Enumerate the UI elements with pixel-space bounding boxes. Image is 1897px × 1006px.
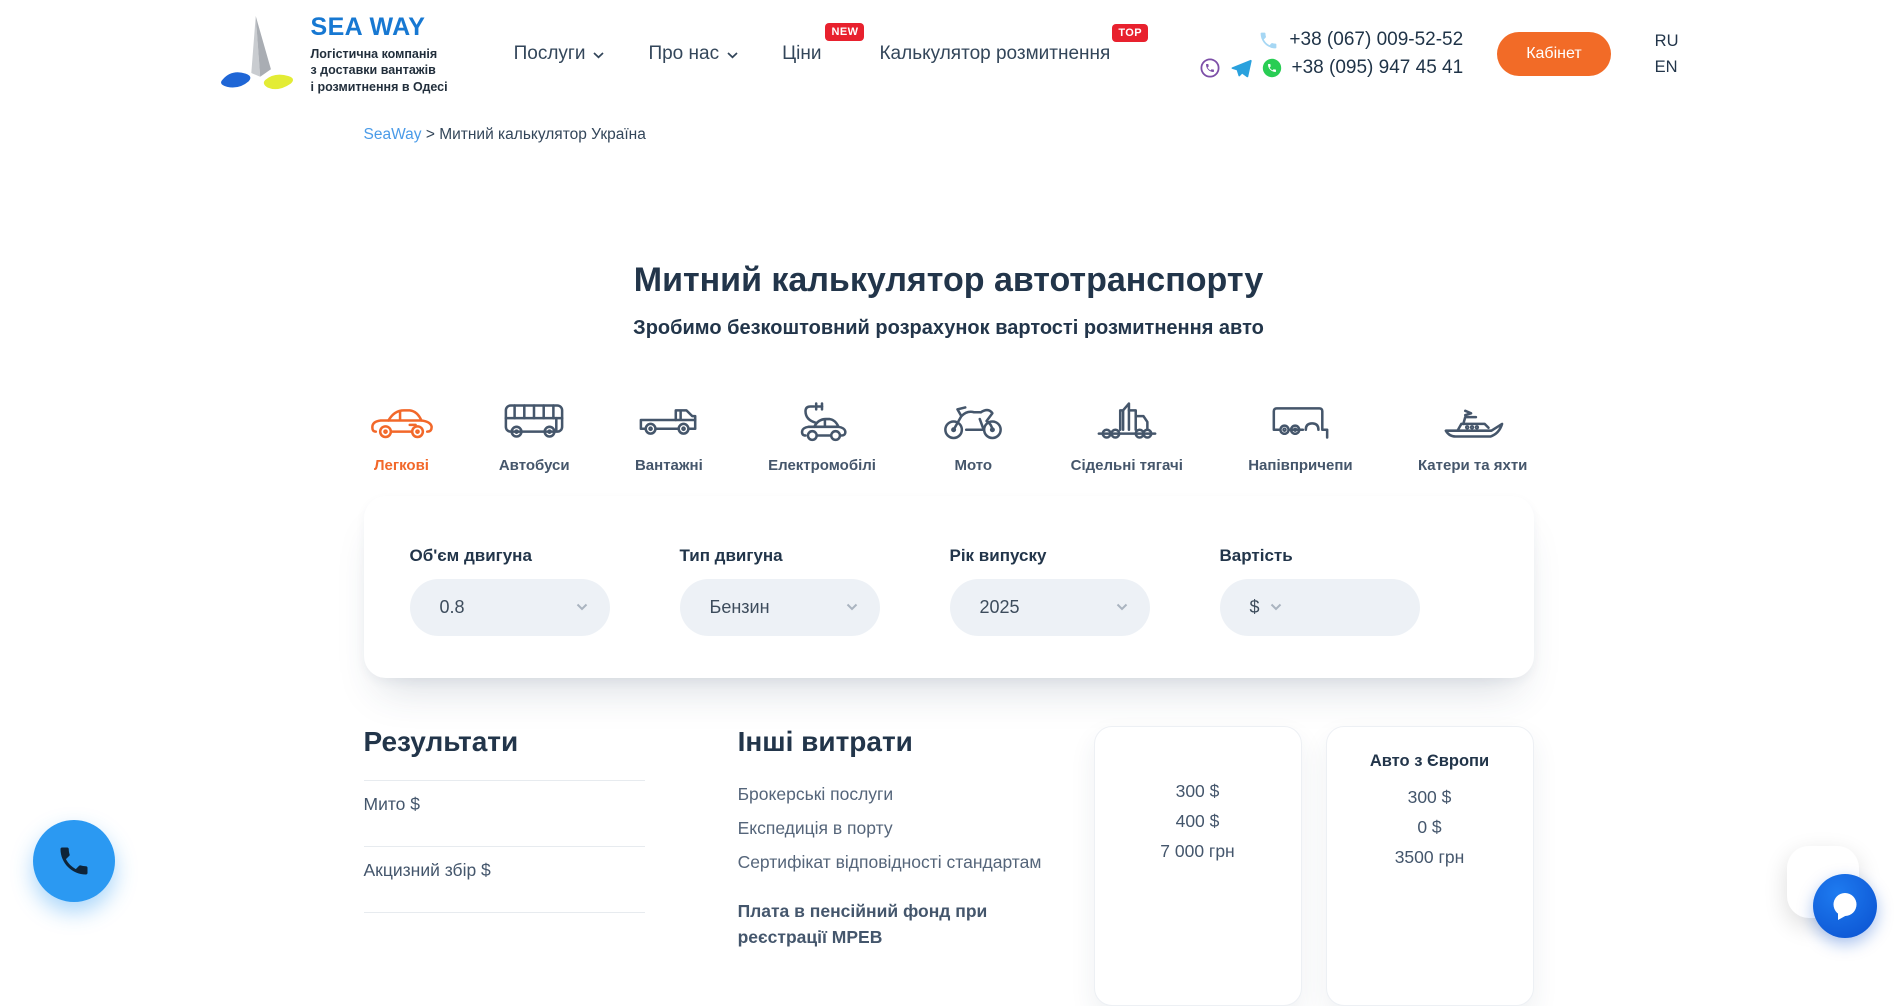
breadcrumb-separator: > <box>426 126 439 143</box>
main-content: SeaWay > Митний калькулятор Україна Митн… <box>364 126 1534 1006</box>
lang-en[interactable]: EN <box>1655 54 1679 80</box>
year-label: Рік випуску <box>950 546 1150 566</box>
motorcycle-icon <box>941 398 1005 444</box>
messenger-icons <box>1200 58 1282 78</box>
engine-volume-select[interactable]: 0.8 <box>410 579 610 636</box>
breadcrumb-home-link[interactable]: SeaWay <box>364 126 422 143</box>
card-value: 300 $ <box>1109 776 1287 806</box>
card-value: 400 $ <box>1109 806 1287 836</box>
semi-truck-icon <box>1095 398 1159 444</box>
engine-volume-field: Об'єм двигуна 0.8 <box>410 546 610 678</box>
cost-item-pension-fund: Плата в пенсійний фонд при реєстрації МР… <box>738 898 1038 951</box>
logo-title: SEA WAY <box>311 13 448 42</box>
chat-icon <box>1828 889 1862 923</box>
chevron-down-icon[interactable] <box>1270 603 1282 611</box>
cost-card-general: 300 $ 400 $ 7 000 грн <box>1094 726 1302 1006</box>
electric-car-icon <box>790 398 854 444</box>
chat-button[interactable] <box>1813 874 1877 938</box>
cost-item-broker: Брокерські послуги <box>738 784 1057 805</box>
bus-icon <box>502 398 566 444</box>
floating-call-button[interactable] <box>33 820 115 902</box>
nav-item-calculator[interactable]: Калькулятор розмитнення TOP <box>879 43 1110 65</box>
chevron-down-icon <box>727 49 738 59</box>
cost-field: Вартість $ <box>1220 546 1420 678</box>
paper-boat-logo-icon <box>219 13 295 95</box>
tab-electric-cars[interactable]: Електромобілі <box>768 398 876 474</box>
card-value: 7 000 грн <box>1109 836 1287 866</box>
phone-number-2[interactable]: +38 (095) 947 45 41 <box>1292 57 1464 79</box>
nav-item-prices[interactable]: Ціни NEW <box>782 43 821 65</box>
cost-cards: 300 $ 400 $ 7 000 грн Авто з Європи 300 … <box>1094 726 1534 1006</box>
page-subtitle: Зробимо безкоштовний розрахунок вартості… <box>364 317 1534 340</box>
results-heading: Результати <box>364 726 645 758</box>
car-icon <box>370 398 434 444</box>
results-section: Результати Мито $ Акцизний збір $ Інші в… <box>364 726 1534 1006</box>
yacht-icon <box>1441 398 1505 444</box>
year-select[interactable]: 2025 <box>950 579 1150 636</box>
tab-cars[interactable]: Легкові <box>370 398 434 474</box>
currency-select[interactable]: $ <box>1250 597 1260 618</box>
card-title: Авто з Європи <box>1341 752 1519 771</box>
results-column: Результати Мито $ Акцизний збір $ <box>364 726 645 913</box>
card-value: 300 $ <box>1341 782 1519 812</box>
nav-item-about[interactable]: Про нас <box>648 43 738 65</box>
vehicle-type-tabs: Легкові Автобуси Вантажні <box>364 398 1534 474</box>
cost-card-europe: Авто з Європи 300 $ 0 $ 3500 грн <box>1326 726 1534 1006</box>
cost-input-group: $ <box>1220 579 1420 636</box>
tab-semi-trucks[interactable]: Сідельні тягачі <box>1071 398 1183 474</box>
result-item-duty: Мито $ <box>364 780 645 846</box>
chevron-down-icon <box>846 603 858 611</box>
calculator-form-panel: Об'єм двигуна 0.8 Тип двигуна Бензин Рік… <box>364 496 1534 678</box>
tab-buses[interactable]: Автобуси <box>499 398 570 474</box>
phone-number-1[interactable]: +38 (067) 009-52-52 <box>1289 29 1463 51</box>
engine-type-select[interactable]: Бензин <box>680 579 880 636</box>
cabinet-button[interactable]: Кабінет <box>1497 32 1610 76</box>
top-badge: TOP <box>1112 24 1148 42</box>
phone-icon <box>56 843 92 879</box>
cost-input[interactable] <box>1290 596 1398 619</box>
year-field: Рік випуску 2025 <box>950 546 1150 678</box>
cost-item-port: Експедиція в порту <box>738 818 1057 839</box>
card-value: 3500 грн <box>1341 842 1519 872</box>
phone-row-1: +38 (067) 009-52-52 <box>1258 29 1463 51</box>
tab-semi-trailers[interactable]: Напівпричепи <box>1248 398 1352 474</box>
result-item-excise: Акцизний збір $ <box>364 846 645 913</box>
breadcrumb-current: Митний калькулятор Україна <box>439 126 646 143</box>
cost-label: Вартість <box>1220 546 1420 566</box>
phone-icon <box>1258 30 1279 51</box>
other-costs-heading: Інші витрати <box>738 726 1057 758</box>
chevron-down-icon <box>1116 603 1128 611</box>
other-costs-column: Інші витрати Брокерські послуги Експедиц… <box>738 726 1057 951</box>
viber-icon[interactable] <box>1200 58 1220 78</box>
header-contacts: +38 (067) 009-52-52 +38 (095) 947 45 41 <box>1200 29 1464 79</box>
tab-trucks[interactable]: Вантажні <box>635 398 703 474</box>
page-title: Митний калькулятор автотранспорту <box>364 260 1534 301</box>
logo-tagline: Логістична компанія з доставки вантажів … <box>311 46 448 96</box>
chevron-down-icon <box>593 49 604 59</box>
nav-item-services[interactable]: Послуги <box>514 43 605 65</box>
chevron-down-icon <box>576 603 588 611</box>
header: SEA WAY Логістична компанія з доставки в… <box>219 0 1679 100</box>
breadcrumb: SeaWay > Митний калькулятор Україна <box>364 126 1534 144</box>
engine-type-label: Тип двигуна <box>680 546 880 566</box>
tab-moto[interactable]: Мото <box>941 398 1005 474</box>
cost-item-certificate: Сертифікат відповідності стандартам <box>738 852 1057 873</box>
lang-ru[interactable]: RU <box>1655 28 1679 54</box>
phone-row-2: +38 (095) 947 45 41 <box>1200 57 1464 79</box>
chat-widget <box>1787 846 1883 938</box>
truck-icon <box>637 398 701 444</box>
new-badge: NEW <box>825 23 864 41</box>
tab-boats-yachts[interactable]: Катери та яхти <box>1418 398 1527 474</box>
main-nav: Послуги Про нас Ціни NEW Калькулятор роз… <box>514 43 1111 65</box>
engine-type-field: Тип двигуна Бензин <box>680 546 880 678</box>
language-switcher: RU EN <box>1655 28 1679 81</box>
card-value: 0 $ <box>1341 812 1519 842</box>
logo[interactable]: SEA WAY Логістична компанія з доставки в… <box>219 13 448 96</box>
whatsapp-icon[interactable] <box>1262 58 1282 78</box>
engine-volume-label: Об'єм двигуна <box>410 546 610 566</box>
logo-text: SEA WAY Логістична компанія з доставки в… <box>311 13 448 96</box>
trailer-icon <box>1268 398 1332 444</box>
telegram-icon[interactable] <box>1230 58 1252 78</box>
